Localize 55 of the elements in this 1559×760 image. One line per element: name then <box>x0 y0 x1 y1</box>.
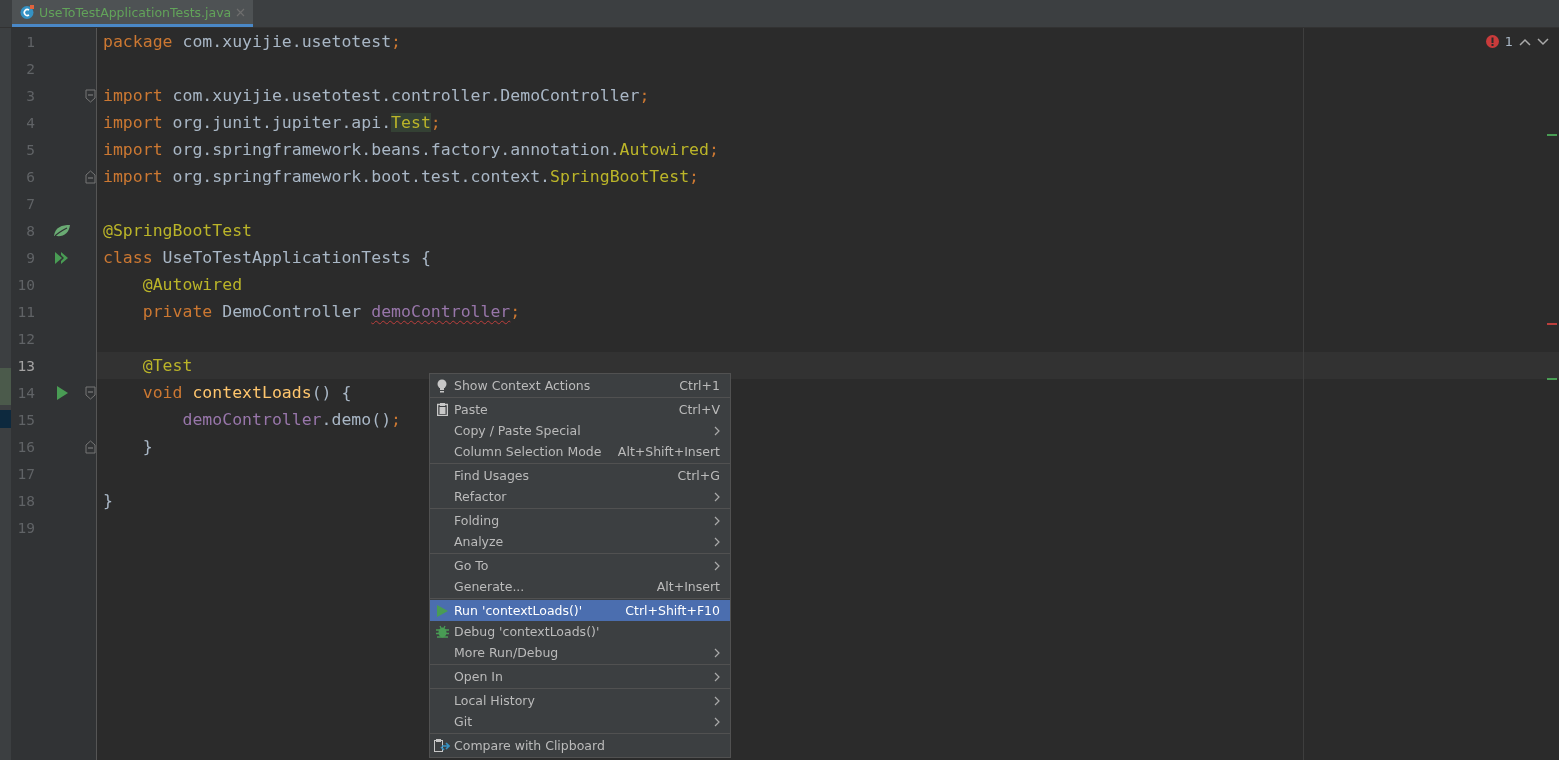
menu-item[interactable]: Compare with Clipboard <box>430 735 730 756</box>
code-line: demoController.demo(); <box>181 410 402 429</box>
tab-title: UseToTestApplicationTests.java <box>39 4 232 20</box>
menu-item[interactable]: Git <box>430 711 730 732</box>
error-icon[interactable] <box>1485 35 1499 48</box>
code-line: @Test <box>141 356 193 375</box>
menu-item[interactable]: Find Usages Ctrl+G <box>430 465 730 486</box>
menu-item[interactable]: Paste Ctrl+V <box>430 399 730 420</box>
close-icon[interactable] <box>236 7 246 17</box>
shortcut-label: Ctrl+V <box>678 402 720 417</box>
shortcut-label: Ctrl+1 <box>679 378 720 393</box>
chevron-down-icon[interactable] <box>1537 37 1549 46</box>
code-line: import com.xuyijie.usetotest.controller.DemoController; <box>103 86 650 105</box>
code-line: private DemoController demoController; <box>141 302 521 321</box>
error-marker <box>1547 323 1557 325</box>
menu-item[interactable]: Generate... Alt+Insert <box>430 576 730 597</box>
error-count: 1 <box>1504 34 1513 49</box>
chevron-up-icon[interactable] <box>1519 37 1531 46</box>
fold-icon[interactable] <box>85 169 96 184</box>
shortcut-label: Ctrl+G <box>677 468 720 483</box>
code-line: import org.springframework.beans.factory.annotation.Autowired; <box>103 140 719 159</box>
menu-item[interactable]: Refactor <box>430 486 730 507</box>
fold-icon[interactable] <box>85 385 96 400</box>
code-line: import org.junit.jupiter.api.Test; <box>103 113 441 132</box>
menu-item[interactable]: Show Context Actions Ctrl+1 <box>430 375 730 396</box>
shortcut-label: Ctrl+Shift+F10 <box>625 603 720 618</box>
menu-item[interactable]: Column Selection Mode Alt+Shift+Insert <box>430 441 730 462</box>
menu-item[interactable]: Folding <box>430 510 730 531</box>
shortcut-label: Alt+Shift+Insert <box>617 444 720 459</box>
menu-item[interactable]: Local History <box>430 690 730 711</box>
menu-item[interactable]: Analyze <box>430 531 730 552</box>
code-line: package com.xuyijie.usetotest; <box>103 32 402 51</box>
fold-icon[interactable] <box>85 88 96 103</box>
double-play-icon[interactable] <box>54 250 70 265</box>
leaf-icon[interactable] <box>53 223 71 238</box>
change-marker <box>1547 378 1557 380</box>
menu-item[interactable]: More Run/Debug <box>430 642 730 663</box>
code-line: import org.springframework.boot.test.context.SpringBootTest; <box>103 167 700 186</box>
fold-icon[interactable] <box>85 439 96 454</box>
code-line: class UseToTestApplicationTests { <box>103 248 431 267</box>
change-marker <box>1547 134 1557 136</box>
code-line: @Autowired <box>141 275 243 294</box>
code-line: } <box>103 491 113 510</box>
shortcut-label: Alt+Insert <box>656 579 720 594</box>
menu-item[interactable]: Copy / Paste Special <box>430 420 730 441</box>
line-number: 13 <box>16 357 35 374</box>
menu-item[interactable]: Run 'contextLoads()' Ctrl+Shift+F10 <box>430 600 730 621</box>
menu-item[interactable]: Debug 'contextLoads()' <box>430 621 730 642</box>
class-file-icon <box>20 5 34 19</box>
menu-item[interactable]: Open In <box>430 666 730 687</box>
play-icon[interactable] <box>56 385 68 400</box>
menu-item[interactable]: Go To <box>430 555 730 576</box>
code-line: void contextLoads() { <box>141 383 352 402</box>
code-line: } <box>141 437 153 456</box>
code-line: @SpringBootTest <box>103 221 252 240</box>
